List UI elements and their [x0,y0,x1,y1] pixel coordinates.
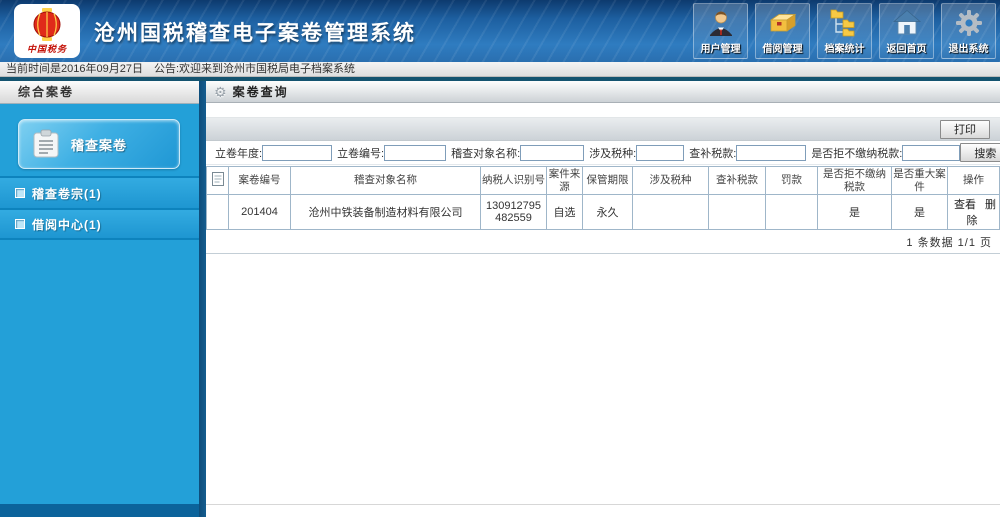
logo-caption: 中国税务 [27,42,67,55]
search-button[interactable]: 搜索 [960,143,1000,162]
doc-icon-column-header [207,167,229,195]
borrow-box-icon [767,6,799,40]
status-bar: 当前时间是2016年09月27日 公告:欢迎来到沧州市国税局电子档案系统 [0,62,1000,77]
row-case-no: 201404 [229,195,291,230]
sidebar-case-files-label: 稽查案卷 [71,135,127,154]
nav-button-label: 返回首页 [887,40,927,55]
table-header-row: 案卷编号 稽查对象名称 纳税人识别号 案件来源 保管期限 涉及税种 查补税款 罚… [207,167,1000,195]
page-title: 案卷查询 [233,83,289,100]
column-header-case-no[interactable]: 案卷编号 [229,167,291,195]
view-link[interactable]: 查看 [954,199,976,211]
row-tax-types [633,195,709,230]
sidebar-item-label: 稽查卷宗(1) [32,185,102,202]
sidebar-item-borrow-center[interactable]: 借阅中心(1) [0,208,199,240]
row-taxpayer-id: 130912795482559 [481,195,547,230]
app-title: 沧州国税稽查电子案卷管理系统 [94,17,416,47]
column-header-fine[interactable]: 罚款 [766,167,818,195]
column-header-taxpayer-id[interactable]: 纳税人识别号 [481,167,547,195]
supplement-tax-input[interactable] [736,145,806,161]
row-actions: 查看 删除 [948,195,1000,230]
row-fine [766,195,818,230]
table-row[interactable]: 201404 沧州中铁装备制造材料有限公司 130912795482559 自选… [207,195,1000,230]
panel-splitter[interactable] [199,81,206,517]
filing-number-input[interactable] [384,145,446,161]
row-target-name: 沧州中铁装备制造材料有限公司 [291,195,481,230]
column-header-retention[interactable]: 保管期限 [583,167,633,195]
nav-button-label: 借阅管理 [763,40,803,55]
filter-filing-number: 立卷编号: [337,145,446,161]
target-name-input[interactable] [520,145,584,161]
filter-row: 立卷年度: 立卷编号: 稽查对象名称: 涉及税种: 查补税款: 是否拒不缴纳税款… [206,141,1000,165]
square-bullet-icon [15,188,25,198]
column-header-refuse-pay[interactable]: 是否拒不缴纳税款 [818,167,892,195]
nav-button-label: 用户管理 [701,40,741,55]
row-retention: 永久 [583,195,633,230]
row-refuse-pay: 是 [818,195,892,230]
nav-borrow-management-button[interactable]: 借阅管理 [755,3,810,59]
filter-label: 查补税款: [689,145,736,161]
filter-label: 是否拒不缴纳税款: [811,145,902,161]
header-nav: 用户管理 借阅管理 [693,3,996,59]
nav-button-label: 退出系统 [949,40,989,55]
column-header-major-case[interactable]: 是否重大案件 [892,167,948,195]
column-header-target-name[interactable]: 稽查对象名称 [291,167,481,195]
gear-small-icon: ⚙ [214,85,227,99]
sidebar-case-files-button[interactable]: 稽查案卷 [18,119,180,169]
column-header-case-source[interactable]: 案件来源 [547,167,583,195]
app-header: 中国税务 沧州国税稽查电子案卷管理系统 用户管理 [0,0,1000,62]
folder-tree-icon [829,6,861,40]
filter-tax-types: 涉及税种: [589,145,684,161]
sidebar-item-label: 借阅中心(1) [32,216,102,233]
document-icon [212,172,224,186]
bottom-divider [206,504,1000,505]
toolbar: 打印 [206,117,1000,141]
filter-label: 稽查对象名称: [451,145,520,161]
row-icon-cell [207,195,229,230]
row-supplement-tax [709,195,766,230]
row-major-case: 是 [892,195,948,230]
sidebar-footer [0,504,199,517]
sidebar-menu: 稽查卷宗(1) 借阅中心(1) [0,176,199,240]
tax-types-input[interactable] [636,145,684,161]
clipboard-icon [32,129,60,159]
filing-year-input[interactable] [262,145,332,161]
nav-exit-system-button[interactable]: 退出系统 [941,3,996,59]
filter-filing-year: 立卷年度: [215,145,332,161]
gear-icon [954,6,984,40]
filter-refuse-pay: 是否拒不缴纳税款: [811,145,960,161]
status-text: 当前时间是2016年09月27日 公告:欢迎来到沧州市国税局电子档案系统 [6,63,355,75]
square-bullet-icon [15,219,25,229]
user-icon [706,6,736,40]
sidebar-item-inspection-files[interactable]: 稽查卷宗(1) [0,176,199,208]
home-icon [892,6,922,40]
row-case-source: 自选 [547,195,583,230]
column-header-supplement-tax[interactable]: 查补税款 [709,167,766,195]
nav-home-button[interactable]: 返回首页 [879,3,934,59]
nav-user-management-button[interactable]: 用户管理 [693,3,748,59]
pagination-info: 1 条数据 1/1 页 [206,230,1000,254]
nav-button-label: 档案统计 [825,40,865,55]
lantern-emblem-icon [27,7,67,43]
case-files-table: 案卷编号 稽查对象名称 纳税人识别号 案件来源 保管期限 涉及税种 查补税款 罚… [206,166,1000,230]
sidebar: 综合案卷 稽查案卷 稽查卷宗(1) 借阅中心(1) [0,81,199,517]
sidebar-panel-title: 综合案卷 [0,81,199,104]
filter-supplement-tax: 查补税款: [689,145,806,161]
column-header-actions[interactable]: 操作 [948,167,1000,195]
print-button[interactable]: 打印 [940,120,990,139]
filter-label: 立卷年度: [215,145,262,161]
refuse-pay-input[interactable] [902,145,960,161]
nav-archive-statistics-button[interactable]: 档案统计 [817,3,872,59]
filter-label: 涉及税种: [589,145,636,161]
main-content: ⚙ 案卷查询 打印 立卷年度: 立卷编号: 稽查对象名称: 涉及税种: 查补税款… [206,81,1000,517]
filter-target-name: 稽查对象名称: [451,145,584,161]
filter-label: 立卷编号: [337,145,384,161]
content-tab-bar: ⚙ 案卷查询 [206,81,1000,103]
column-header-tax-types[interactable]: 涉及税种 [633,167,709,195]
tax-logo: 中国税务 [14,4,80,58]
